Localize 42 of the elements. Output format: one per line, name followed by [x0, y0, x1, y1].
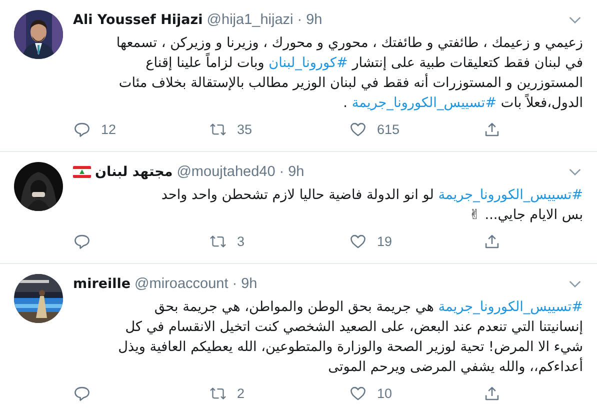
- flag-icon: [73, 166, 91, 178]
- reply-count: 12: [101, 122, 116, 136]
- like-count: 19: [377, 234, 392, 248]
- timestamp[interactable]: 9h: [306, 12, 322, 28]
- reply-icon[interactable]: [73, 384, 91, 402]
- hashtag-link[interactable]: #تسييس_الكورونا_جريمة: [438, 299, 583, 315]
- separator-dot: ·: [297, 12, 302, 28]
- reply-icon[interactable]: [73, 232, 91, 250]
- retweet-count: 2: [237, 386, 245, 400]
- hashtag-link[interactable]: #كورونا_لبنان: [268, 55, 348, 71]
- chevron-down-icon[interactable]: [569, 280, 581, 288]
- hashtag-link[interactable]: #تسييس_الكورونا_جريمة: [438, 187, 583, 203]
- like-count: 10: [377, 386, 392, 400]
- tweet-text: #تسييس_الكورونا_جريمة هي جريمة بحق الوطن والمواطن، هي جريمة بحق إنسانيتنا التي تنعدم عند البعض، على الصعيد الشخصي كنت اتخيل الانقسام في كل شيء الا المرض! تحية لوزير الصحة والوزارة والمتطوعين، الله يعطيكم العافية ويذل أعداءكم،، والله يشفي المرضى ويرحم الموتى: [117, 298, 583, 377]
- timestamp[interactable]: 9h: [241, 276, 258, 292]
- chevron-down-icon[interactable]: [569, 168, 581, 176]
- retweet-count: 35: [237, 122, 252, 136]
- heart-icon[interactable]: [349, 232, 367, 250]
- chevron-down-icon[interactable]: [569, 16, 581, 24]
- hashtag-link[interactable]: #تسييس_الكورونا_جريمة: [352, 95, 497, 111]
- separator-dot: ·: [279, 164, 284, 180]
- share-icon[interactable]: [483, 232, 501, 250]
- separator-dot: ·: [232, 276, 238, 292]
- user-handle[interactable]: @moujtahed40: [176, 164, 276, 180]
- retweet-count: 3: [237, 234, 245, 248]
- reply-icon[interactable]: [73, 120, 91, 138]
- retweet-icon[interactable]: [209, 120, 227, 138]
- share-icon[interactable]: [483, 384, 501, 402]
- tweet-text: زعيمي و زعيمك ، طائفتي و طائفتك ، محوري و محورك ، وزيرنا و وزيركن ، تسمعها في لبنان فقط كتعليقات طبية على إنتشار #كورونا_لبنان وبات لزاماً علينا إقناع المستوزرين و المستوزرات أنه فقط في لبنان الوزير مطالب بالإستقالة بخلاف مئات الدول،فعلاً بات #تسييس_الكورونا_جريمة .: [115, 34, 583, 113]
- user-handle[interactable]: @miroaccount: [134, 276, 228, 292]
- share-icon[interactable]: [483, 120, 501, 138]
- user-name[interactable]: مجتهد لبنان: [95, 164, 173, 180]
- heart-icon[interactable]: [349, 120, 367, 138]
- heart-icon[interactable]: [349, 384, 367, 402]
- retweet-icon[interactable]: [209, 384, 227, 402]
- user-name[interactable]: Ali Youssef Hijazi: [73, 12, 203, 28]
- timestamp[interactable]: 9h: [288, 164, 304, 180]
- retweet-icon[interactable]: [209, 232, 227, 250]
- like-count: 615: [377, 122, 400, 136]
- user-name[interactable]: mireille: [73, 276, 131, 292]
- tweet-text: #تسييس_الكورونا_جريمة لو انو الدولة فاضية حاليا لازم تشحطن واحد واحد بس الايام جايي... ✌: [160, 186, 583, 225]
- user-handle[interactable]: @hija1_hijazi: [206, 12, 294, 28]
